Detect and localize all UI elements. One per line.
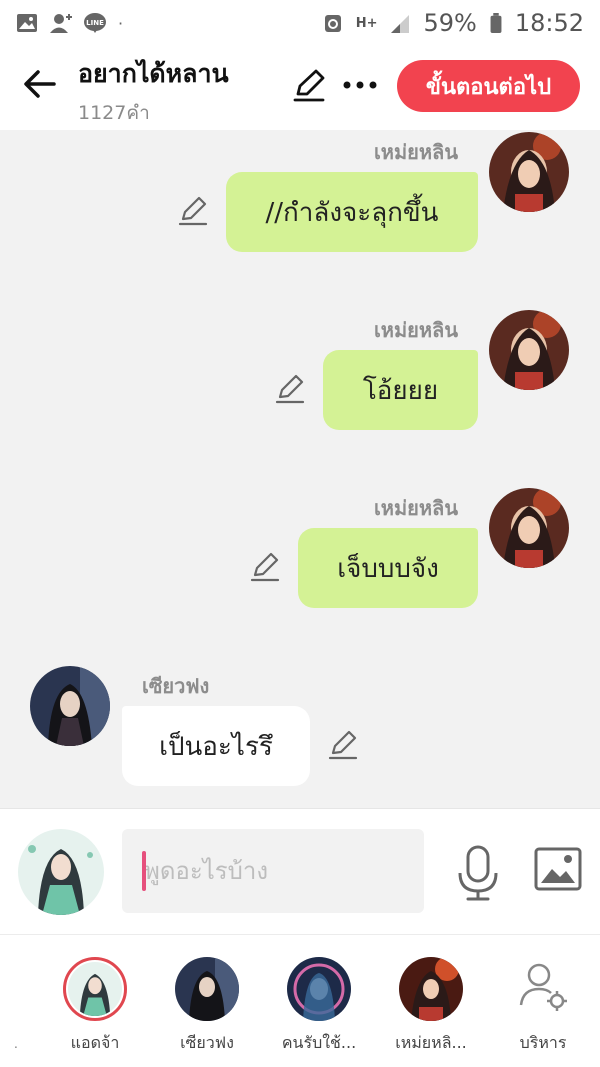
tab-label: คนรับใช้... (281, 1033, 357, 1052)
next-step-button[interactable]: ขั้นตอนต่อไป (397, 60, 580, 112)
back-arrow-icon[interactable] (22, 66, 58, 102)
dot-marker: . (14, 1037, 18, 1051)
sender-name: เซียวฟง (142, 674, 210, 698)
tab-label: เหม่ยหลิ... (395, 1033, 467, 1052)
mic-icon[interactable] (456, 845, 500, 901)
chat-header: อยากได้หลาน 1127คำ ขั้นตอนต่อไป (0, 46, 600, 130)
avatar (175, 957, 239, 1021)
chat-area[interactable]: เหม่ยหลิน //กำลังจะลุกขึ้น เหม่ยหลิน โอ้… (0, 130, 600, 808)
network-type: H+ (355, 15, 378, 31)
edit-pen-icon[interactable] (178, 196, 208, 226)
edit-pen-icon[interactable] (275, 374, 305, 404)
avatar[interactable] (489, 488, 569, 568)
battery-icon (490, 13, 502, 33)
sender-name: เหม่ยหลิน (373, 318, 458, 342)
edit-pen-icon[interactable] (292, 68, 326, 102)
clock: 18:52 (514, 9, 584, 37)
message-input[interactable] (122, 829, 424, 913)
tab-label: เซียวฟง (180, 1033, 234, 1052)
edit-pen-icon[interactable] (250, 552, 280, 582)
text-caret (142, 851, 146, 891)
composer (0, 808, 600, 934)
svg-text:LINE: LINE (86, 19, 104, 27)
battery-saver-icon (324, 15, 341, 32)
status-left: LINE · (16, 13, 123, 33)
avatar (287, 957, 351, 1021)
message-bubble[interactable]: โอ้ยยย (323, 350, 478, 430)
gallery-icon (17, 14, 37, 32)
tab-manage[interactable]: บริหาร (488, 957, 598, 1056)
sender-name: เหม่ยหลิน (373, 496, 458, 520)
battery-percent: 59% (423, 9, 477, 37)
tab-label: แอดจ้า (70, 1033, 120, 1052)
manage-user-icon (519, 963, 567, 1011)
avatar (63, 957, 127, 1021)
avatar[interactable] (489, 310, 569, 390)
edit-pen-icon[interactable] (328, 730, 358, 760)
status-right: H+ 59% 18:52 (322, 9, 584, 37)
tab-label: บริหาร (519, 1033, 567, 1052)
more-icon[interactable] (342, 70, 378, 100)
message-bubble[interactable]: เป็นอะไรรึ (122, 706, 310, 786)
status-bar: LINE · H+ 59% 18:52 (0, 0, 600, 46)
message-bubble[interactable]: //กำลังจะลุกขึ้น (226, 172, 478, 252)
line-icon: LINE (84, 13, 106, 33)
tab-character[interactable]: คนรับใช้... (264, 957, 374, 1056)
word-count: 1127คำ (78, 102, 150, 124)
tab-character[interactable]: เซียวฟง (152, 957, 262, 1056)
avatar (399, 957, 463, 1021)
sender-name: เหม่ยหลิน (373, 140, 458, 164)
signal-icon (391, 15, 410, 33)
message-bubble[interactable]: เจ็บบบจัง (298, 528, 478, 608)
avatar[interactable] (489, 132, 569, 212)
tab-character[interactable]: แอดจ้า (40, 957, 150, 1056)
character-tab-bar: . แอดจ้า เซียวฟง คนรับใช้... เหม่ยหลิ...… (0, 934, 600, 1067)
avatar[interactable] (30, 666, 110, 746)
page-title: อยากได้หลาน (78, 59, 229, 88)
tab-character[interactable]: เหม่ยหลิ... (376, 957, 486, 1056)
add-contact-icon (50, 14, 72, 33)
status-dot: · (118, 13, 124, 33)
image-icon[interactable] (534, 847, 582, 891)
current-character-avatar[interactable] (18, 829, 104, 915)
title-block: อยากได้หลาน 1127คำ (78, 54, 229, 128)
